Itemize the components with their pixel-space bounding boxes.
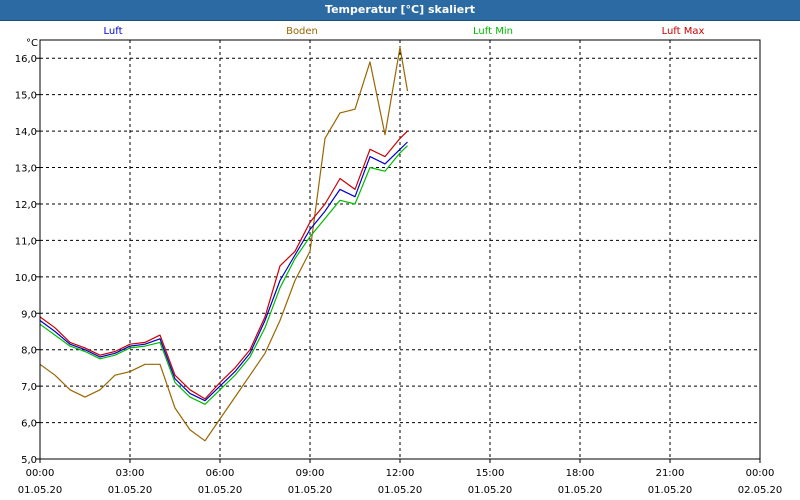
y-tick-label: 10,0: [15, 273, 37, 284]
x-tick-time-label: 18:00: [566, 468, 595, 479]
x-tick-time-label: 06:00: [206, 468, 235, 479]
y-tick-label: 16,0: [15, 54, 37, 65]
y-tick-label: 7,0: [21, 382, 37, 393]
y-tick-label: 9,0: [21, 309, 37, 320]
x-tick-time-label: 00:00: [746, 468, 775, 479]
x-tick-date-label: 01.05.20: [648, 485, 693, 496]
legend-entry: Luft: [104, 26, 123, 37]
x-tick-time-label: 00:00: [26, 468, 55, 479]
x-tick-time-label: 21:00: [656, 468, 685, 479]
x-tick-date-label: 01.05.20: [18, 485, 63, 496]
x-tick-date-label: 01.05.20: [468, 485, 513, 496]
y-tick-label: 12,0: [15, 200, 37, 211]
legend-entry: Luft Max: [662, 26, 705, 37]
x-tick-time-label: 15:00: [476, 468, 505, 479]
x-tick-time-label: 09:00: [296, 468, 325, 479]
y-tick-label: 8,0: [21, 346, 37, 357]
x-tick-date-label: 02.05.20: [738, 485, 783, 496]
legend-entry: Boden: [286, 26, 318, 37]
chart-canvas: 5,0 6,0 7,0 8,0 9,0 10,0 11,0 12,0 13,0 14,0 15,0 1…: [15, 26, 783, 496]
y-axis-label: °C: [26, 38, 38, 49]
y-tick-label: 14,0: [15, 127, 37, 138]
x-tick-date-label: 01.05.20: [108, 485, 153, 496]
legend-entry: Luft Min: [473, 26, 513, 37]
y-tick-label: 5,0: [21, 455, 37, 466]
x-tick-date-label: 01.05.20: [198, 485, 243, 496]
x-tick-date-label: 01.05.20: [558, 485, 603, 496]
y-tick-label: 6,0: [21, 419, 37, 430]
y-tick-label: 13,0: [15, 164, 37, 175]
y-tick-label: 15,0: [15, 91, 37, 102]
x-tick-date-label: 01.05.20: [288, 485, 333, 496]
x-tick-date-label: 01.05.20: [378, 485, 423, 496]
x-tick-time-label: 12:00: [386, 468, 415, 479]
y-tick-label: 11,0: [15, 236, 37, 247]
x-tick-time-label: 03:00: [116, 468, 145, 479]
